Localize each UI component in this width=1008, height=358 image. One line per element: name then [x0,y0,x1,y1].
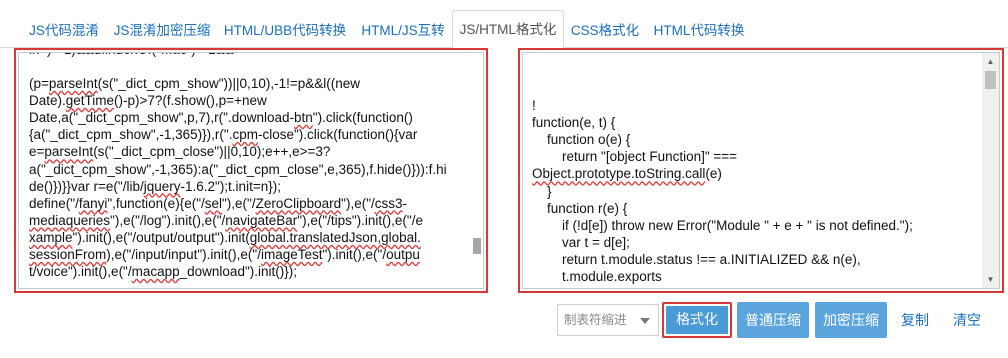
code-line: xample").init(),e("/output/output").init… [29,229,421,245]
code-line: ! [532,98,536,114]
code-line: return "[object Function]" === [532,149,738,165]
output-scrollbar-thumb[interactable] [985,71,996,89]
tab-html-code-convert[interactable]: HTML代码转换 [650,12,748,48]
output-pane: ! function(e, t) { function o(e) { return… [518,48,1004,293]
code-line: t.module.exports [532,269,662,285]
code-line: if (!d[e]) throw new Error("Module " + e… [532,217,913,233]
code-line: de()})}}var r=e("/lib/jquery-1.6.2");t.i… [29,178,281,194]
code-line: function(e, t) { [532,115,616,131]
input-scrollbar-thumb[interactable] [473,238,481,254]
input-pane: ln )>-1)&&d.indexOf("Mac")>-1&& (p=parse… [14,48,488,293]
code-line: return t.module.status !== a.INITIALIZED… [532,251,861,267]
tab-js-obfuscate[interactable]: JS代码混淆 [22,12,106,48]
code-line: a("_dict_cpm_show",-1,365):a("_dict_cpm_… [29,161,447,177]
input-textarea[interactable]: ln )>-1)&&d.indexOf("Mac")>-1&& (p=parse… [18,52,484,289]
format-button-label: 格式化 [666,306,728,334]
code-line: } [532,183,552,199]
code-line: e=parseInt(s("_dict_cpm_close")||0,10);e… [29,144,331,160]
tab-js-obfuscate-compress[interactable]: JS混淆加密压缩 [112,12,212,48]
copy-button[interactable]: 复制 [894,302,936,338]
caret-down-icon [640,318,650,324]
code-line: sessionFrom),e("/input/input").init(),e(… [29,247,420,263]
compress-button[interactable]: 普通压缩 [737,302,809,338]
input-scrollbar[interactable] [471,53,483,288]
clear-button[interactable]: 清空 [946,302,988,338]
encrypt-compress-button[interactable]: 加密压缩 [815,302,887,338]
tab-js-html-format[interactable]: JS/HTML格式化 [452,10,564,49]
code-line: } [532,285,913,288]
code-line: function r(e) { [532,200,628,216]
indent-select-value: 制表符缩进 [564,313,627,327]
code-line: define("/fanyi",function(e){e("/sel"),e(… [29,195,408,211]
code-line: t/voice").init(),e("/macapp_download").i… [29,264,297,280]
tab-bar: JS代码混淆 JS混淆加密压缩 HTML/UBB代码转换 HTML/JS互转 J… [0,0,1008,49]
code-line: var t = d[e]; [532,234,630,250]
format-button[interactable]: 格式化 [662,302,732,338]
input-code: (p=parseInt(s("_dict_cpm_show"))||0,10),… [29,58,447,280]
output-code: ! function(e, t) { function o(e) { return… [532,80,913,288]
tab-html-js-convert[interactable]: HTML/JS互转 [358,12,448,48]
tab-css-format[interactable]: CSS格式化 [570,12,640,48]
scroll-up-arrow-icon[interactable]: ▲ [982,53,999,70]
scroll-down-arrow-icon[interactable]: ▼ [982,271,999,288]
code-line: function o(e) { [532,132,631,148]
output-scrollbar[interactable]: ▲ ▼ [982,53,999,288]
code-line: Object.prototype.toString.call(e) [532,166,722,182]
code-line: Date,a("_dict_cpm_show",p,7),r(".downloa… [29,110,413,126]
code-line: {a("_dict_cpm_show",-1,365)}),r(".cpm-cl… [29,127,418,143]
code-line: mediaqueries"),e("/log").init(),e("/navi… [29,212,423,228]
output-textarea[interactable]: ! function(e, t) { function o(e) { return… [522,52,1000,289]
code-line: (p=parseInt(s("_dict_cpm_show"))||0,10),… [29,76,360,92]
code-line: Date).getTime()-p)>7?(f.show(),p=+new [29,93,267,109]
indent-select[interactable]: 制表符缩进 [557,304,659,336]
tab-html-ubb-convert[interactable]: HTML/UBB代码转换 [220,12,350,48]
